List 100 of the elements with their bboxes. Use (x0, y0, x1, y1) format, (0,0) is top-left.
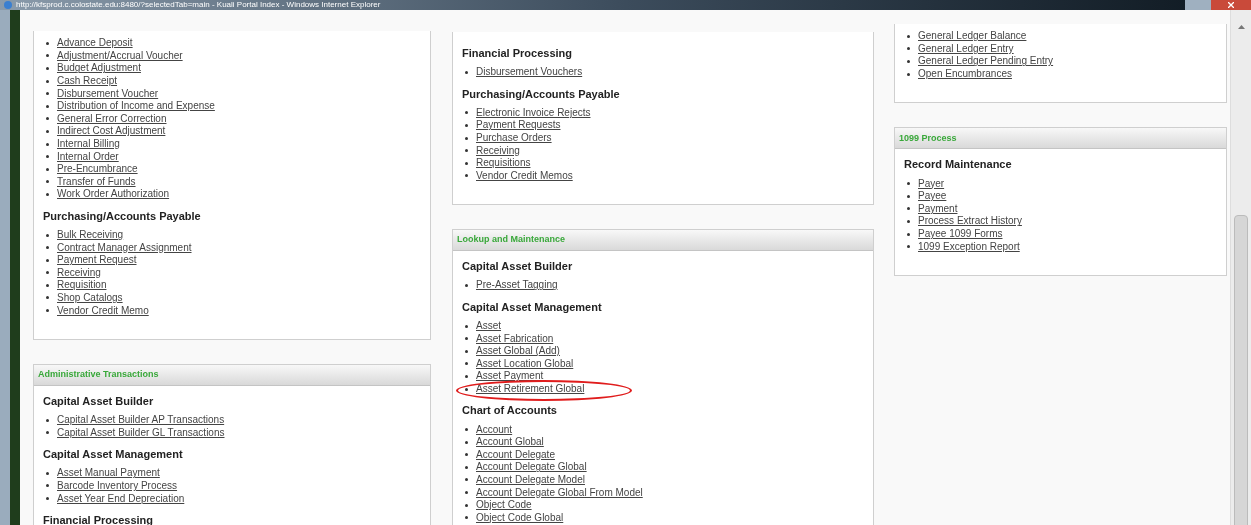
nav-link[interactable]: Payer (918, 177, 945, 190)
nav-link[interactable]: Asset (476, 320, 501, 333)
nav-link[interactable]: Payee 1099 Forms (918, 228, 1003, 241)
nav-link[interactable]: Bulk Receiving (57, 229, 124, 241)
nav-link[interactable]: Vendor Credit Memos (476, 169, 573, 182)
bullet-icon (46, 192, 49, 196)
bullet-icon (907, 47, 910, 51)
nav-link[interactable]: Capital Asset Builder GL Transactions (57, 426, 225, 439)
nav-link[interactable]: Asset Retirement Global (476, 383, 585, 395)
restore-button[interactable] (1185, 0, 1211, 10)
nav-link[interactable]: General Ledger Entry (918, 42, 1014, 55)
nav-link[interactable]: Account Delegate (476, 448, 555, 461)
bullet-icon (465, 503, 468, 507)
nav-link[interactable]: Payment Requests (476, 119, 561, 132)
bullet-icon (465, 337, 468, 341)
bullet-icon (907, 72, 910, 76)
nav-link[interactable]: Advance Deposit (57, 37, 133, 50)
nav-link[interactable]: Asset Global (Add) (476, 345, 560, 358)
nav-link[interactable]: Payee (918, 190, 947, 203)
nav-link[interactable]: Internal Billing (57, 138, 120, 151)
bullet-icon (465, 428, 468, 432)
nav-link[interactable]: Account Delegate Global (476, 461, 587, 474)
nav-link[interactable]: Adjustment/Accrual Voucher (57, 49, 183, 62)
bullet-icon (46, 246, 49, 250)
bullet-icon (46, 155, 49, 159)
bullet-icon (46, 142, 49, 146)
nav-link[interactable]: Vendor Credit Memo (57, 304, 149, 317)
nav-link[interactable]: General Error Correction (57, 112, 167, 125)
bullet-icon (465, 283, 468, 287)
section-heading: Capital Asset Management (462, 299, 603, 314)
nav-link[interactable]: Distribution of Income and Expense (57, 100, 215, 113)
nav-link[interactable]: Purchase Orders (476, 132, 552, 145)
panel-title: Lookup and Maintenance (457, 233, 565, 247)
bullet-icon (465, 124, 468, 127)
nav-link[interactable]: Indirect Cost Adjustment (57, 125, 166, 138)
bullet-icon (46, 431, 49, 435)
bullet-icon (465, 374, 468, 378)
nav-link[interactable]: Open Encumbrances (918, 68, 1012, 81)
section-heading: Capital Asset Builder (43, 393, 155, 408)
nav-link[interactable]: Receiving (57, 266, 101, 279)
bullet-icon (46, 41, 49, 45)
bullet-icon (465, 349, 468, 353)
nav-link[interactable]: Capital Asset Builder AP Transactions (57, 414, 225, 427)
bullet-icon (46, 167, 49, 171)
nav-link[interactable]: Contract Manager Assignment (57, 241, 192, 254)
nav-link[interactable]: Receiving (476, 144, 520, 157)
bullet-icon (465, 111, 468, 115)
close-icon (1228, 2, 1234, 8)
nav-link[interactable]: General Ledger Balance (918, 30, 1027, 43)
nav-link[interactable]: General Ledger Pending Entry (918, 55, 1054, 68)
nav-link[interactable]: Asset Location Global (476, 357, 574, 370)
nav-link[interactable]: Internal Order (57, 150, 119, 163)
nav-link[interactable]: Pre-Encumbrance (57, 163, 138, 176)
nav-link[interactable]: Asset Year End Depreciation (57, 492, 185, 505)
nav-link[interactable]: Process Extract History (918, 215, 1022, 228)
nav-link[interactable]: Disbursement Voucher (57, 87, 159, 100)
bullet-icon (907, 60, 910, 63)
scroll-up-icon[interactable] (1237, 25, 1245, 29)
bullet-icon (465, 136, 468, 140)
nav-link[interactable]: Budget Adjustment (57, 62, 141, 75)
nav-link[interactable]: Object Code Global (476, 511, 564, 524)
bullet-icon (907, 219, 910, 223)
nav-link[interactable]: Object Code (476, 499, 532, 512)
nav-link[interactable]: Account Delegate Model (476, 474, 585, 486)
nav-link[interactable]: Payment Request (57, 254, 137, 267)
close-button[interactable] (1211, 0, 1251, 10)
nav-link[interactable]: Account (476, 423, 513, 436)
nav-link[interactable]: Pre-Asset Tagging (476, 279, 558, 292)
bullet-icon (46, 418, 49, 422)
nav-link[interactable]: Account Global (476, 436, 544, 449)
nav-link[interactable]: Payment (918, 202, 958, 215)
section-heading: Record Maintenance (904, 157, 1013, 172)
nav-link[interactable]: Electronic Invoice Rejects (476, 106, 591, 119)
nav-link[interactable]: Work Order Authorization (57, 188, 170, 201)
nav-link[interactable]: Transfer of Funds (57, 175, 136, 188)
nav-link[interactable]: Disbursement Vouchers (476, 66, 583, 79)
scrollbar[interactable] (1230, 10, 1251, 525)
panel-title: Administrative Transactions (38, 368, 159, 382)
bullet-icon (907, 207, 910, 211)
bullet-icon (46, 92, 49, 96)
nav-link[interactable]: 1099 Exception Report (918, 240, 1020, 253)
nav-link[interactable]: Account Delegate Global From Model (476, 486, 643, 499)
bullet-icon (465, 161, 468, 165)
bullet-icon (465, 387, 468, 391)
nav-link[interactable]: Requisition (57, 279, 107, 292)
nav-link[interactable]: Cash Receipt (57, 75, 118, 88)
nav-link[interactable]: Requisitions (476, 157, 531, 170)
section-heading: Capital Asset Builder (462, 259, 574, 274)
bullet-icon (465, 149, 468, 153)
bullet-icon (46, 117, 49, 121)
bullet-icon (46, 180, 49, 184)
nav-link[interactable]: Asset Fabrication (476, 332, 554, 345)
window-title: http://kfsprod.c.colostate.edu:8480/?selectedTab=main - Kuali Portal Index - Windows Internet Explorer (16, 0, 381, 10)
nav-link[interactable]: Asset Payment (476, 370, 544, 383)
nav-link[interactable]: Shop Catalogs (57, 292, 123, 304)
bullet-icon (907, 194, 910, 198)
bullet-icon (465, 174, 468, 178)
nav-link[interactable]: Asset Manual Payment (57, 467, 160, 480)
nav-link[interactable]: Barcode Inventory Process (57, 479, 178, 492)
scrollbar-thumb[interactable] (1234, 215, 1248, 525)
